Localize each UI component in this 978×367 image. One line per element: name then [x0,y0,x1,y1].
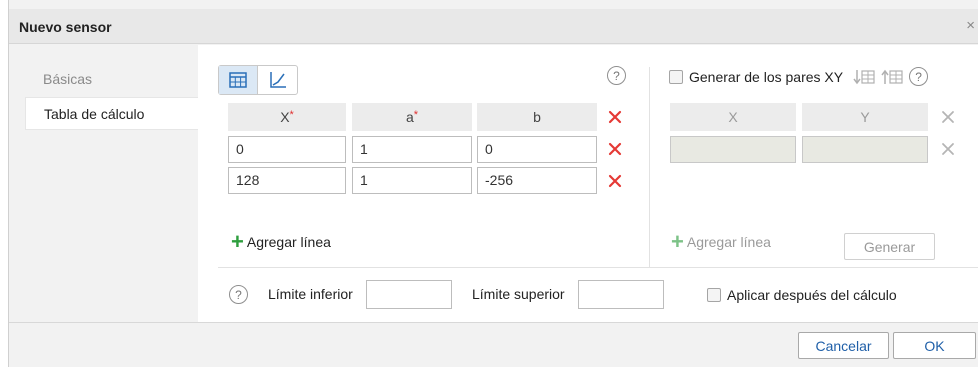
xy-add-line-label: Agregar línea [686,234,771,250]
chart-icon [269,72,286,88]
generate-from-xy-row: Generar de los pares XY ? [669,67,929,86]
chart-view-button[interactable] [258,66,297,94]
lower-limit-label: Límite inferior [268,286,353,302]
upper-limit-input[interactable] [578,280,664,309]
sort-down-icon[interactable] [853,69,875,85]
column-header-a: a* [352,103,472,131]
xy-delete-column-icon[interactable] [941,110,957,126]
xy-column-header-y: Y [802,103,928,131]
close-icon[interactable]: × [966,17,975,34]
table-view-button[interactable] [219,66,258,94]
xy-row-1-x-input[interactable] [670,136,796,163]
delete-row-1-icon[interactable] [608,142,624,158]
limits-help-icon[interactable]: ? [229,285,248,304]
dialog-footer: Cancelar OK [9,322,978,367]
sort-up-icon[interactable] [881,69,903,85]
column-header-b: b [477,103,597,131]
row-2-b-input[interactable]: -256 [477,167,597,194]
table-icon [229,72,247,88]
generate-from-xy-checkbox[interactable] [669,69,683,84]
calc-table-panel: ? X* a* b 0 1 0 128 1 -256 + Agregar lín… [198,45,978,322]
xy-row-1-y-input[interactable] [802,136,928,163]
plus-icon: + [671,229,684,254]
new-sensor-dialog: Nuevo sensor × Básicas Tabla de cálculo [8,0,978,367]
add-line-label: Agregar línea [246,234,331,250]
generate-button[interactable]: Generar [844,233,935,260]
delete-row-2-icon[interactable] [608,174,624,190]
apply-after-calc-row: Aplicar después del cálculo [707,287,897,303]
vertical-divider [649,67,650,267]
column-header-x-label: X [280,109,290,125]
row-2-a-input[interactable]: 1 [352,167,472,194]
sidebar-item-basicas[interactable]: Básicas [25,63,198,96]
xy-help-icon[interactable]: ? [909,67,929,86]
cancel-button[interactable]: Cancelar [798,332,889,359]
required-mark: * [289,109,294,121]
xy-column-header-x: X [670,103,796,131]
sidebar-item-tabla-de-calculo[interactable]: Tabla de cálculo [25,97,198,130]
generate-from-xy-label: Generar de los pares XY [689,68,844,85]
required-mark: * [413,109,419,121]
dialog-titlebar: Nuevo sensor × [9,9,978,44]
horizontal-divider [218,267,978,268]
xy-delete-row-1-icon[interactable] [941,142,957,158]
row-2-x-input[interactable]: 128 [228,167,346,194]
upper-limit-label: Límite superior [472,286,565,302]
table-help-icon[interactable]: ? [607,66,626,85]
column-header-b-label: b [533,109,541,125]
row-1-b-input[interactable]: 0 [477,136,597,163]
add-line-button[interactable]: + Agregar línea [231,229,331,254]
dialog-title: Nuevo sensor [19,19,112,35]
view-toggle [218,65,298,95]
ok-button[interactable]: OK [893,332,976,359]
column-header-x: X* [228,103,346,131]
xy-add-line-button[interactable]: + Agregar línea [671,229,771,254]
row-1-a-input[interactable]: 1 [352,136,472,163]
delete-column-icon[interactable] [608,110,624,126]
row-1-x-input[interactable]: 0 [228,136,346,163]
plus-icon: + [231,229,244,254]
apply-after-calc-checkbox[interactable] [707,288,721,302]
column-header-a-label: a [405,109,414,125]
sidebar: Básicas Tabla de cálculo [9,45,198,322]
apply-after-calc-label: Aplicar después del cálculo [727,287,897,303]
lower-limit-input[interactable] [366,280,452,309]
